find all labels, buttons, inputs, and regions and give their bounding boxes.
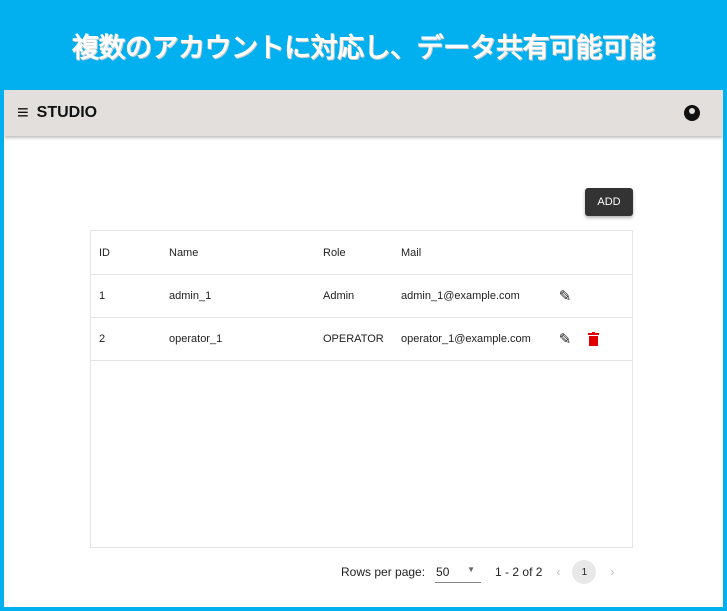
account-icon[interactable] — [684, 105, 700, 121]
cell-mail: admin_1@example.com — [401, 290, 520, 302]
header-name: Name — [169, 246, 199, 259]
cell-role: Admin — [323, 290, 355, 302]
add-button[interactable]: ADD — [585, 188, 633, 216]
app-title: STUDIO — [36, 104, 98, 121]
header-mail: Mail — [401, 246, 422, 259]
menu-icon[interactable]: ≡ — [17, 102, 29, 125]
header-role: Role — [323, 246, 346, 259]
table-header: ID Name Role Mail — [91, 231, 632, 275]
rows-per-page-label: Rows per page: — [341, 565, 426, 579]
cell-id: 2 — [99, 333, 106, 345]
cell-id: 1 — [99, 290, 106, 302]
rows-per-page-select[interactable]: 50 ▼ — [435, 561, 482, 583]
cell-name: operator_1 — [169, 333, 223, 345]
pagination: Rows per page: 50 ▼ 1 - 2 of 2 ‹ 1 › — [341, 560, 614, 584]
edit-icon[interactable]: ✎ — [557, 331, 573, 348]
cell-name: admin_1 — [169, 290, 212, 302]
header-id: ID — [99, 246, 110, 259]
next-page-icon[interactable]: › — [610, 565, 614, 579]
rows-per-page-value: 50 — [436, 565, 450, 579]
cell-mail: operator_1@example.com — [401, 333, 531, 345]
edit-icon[interactable]: ✎ — [557, 288, 573, 305]
banner-title: 複数のアカウントに対応し、データ共有可能可能 — [72, 32, 656, 64]
dropdown-arrow-icon: ▼ — [467, 565, 476, 574]
cell-role: OPERATOR — [323, 333, 384, 345]
app-window: ≡ STUDIO ADD ID Name Role Mail 1 admin_1… — [4, 90, 723, 607]
page-button[interactable]: 1 — [572, 560, 597, 584]
table-row: 1 admin_1 Admin admin_1@example.com ✎ — [91, 275, 632, 318]
page-range: 1 - 2 of 2 — [495, 565, 543, 579]
prev-page-icon[interactable]: ‹ — [556, 565, 560, 579]
app-bar: ≡ STUDIO — [4, 90, 723, 136]
delete-icon[interactable] — [585, 331, 601, 347]
users-table: ID Name Role Mail 1 admin_1 Admin admin_… — [90, 230, 633, 548]
table-row: 2 operator_1 OPERATOR operator_1@example… — [91, 318, 632, 361]
